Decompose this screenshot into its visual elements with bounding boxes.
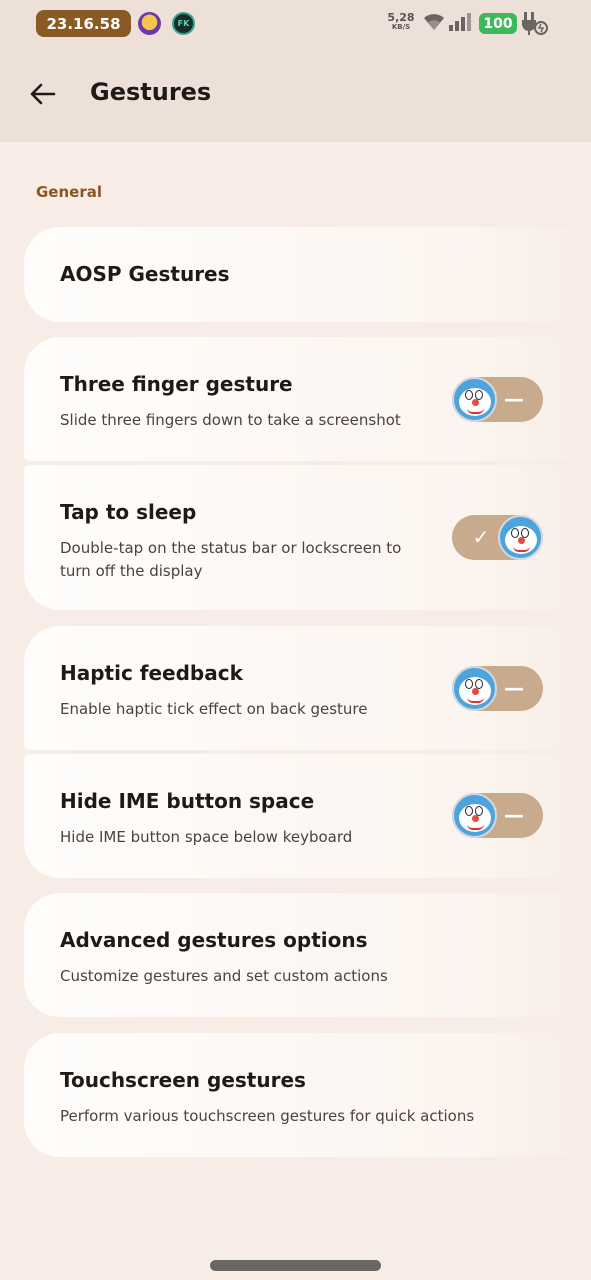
back-button[interactable] — [24, 76, 60, 112]
haptic-feedback-toggle[interactable]: — — [452, 666, 543, 711]
settings-item-hide-ime-button-space[interactable]: Hide IME button space Hide IME button sp… — [24, 754, 591, 878]
notification-avatar-icon — [138, 12, 161, 35]
doraemon-knob-icon — [452, 793, 497, 838]
minus-icon: — — [504, 387, 524, 411]
doraemon-knob-icon — [498, 515, 543, 560]
settings-item-advanced-gestures-options[interactable]: Advanced gestures options Customize gest… — [24, 893, 591, 1017]
settings-item-title: Advanced gestures options — [60, 928, 368, 952]
settings-item-title: Three finger gesture — [60, 372, 293, 396]
settings-item-subtitle: Perform various touchscreen gestures for… — [60, 1107, 475, 1125]
status-clock: 23.16.58 — [36, 10, 131, 37]
settings-item-touchscreen-gestures[interactable]: Touchscreen gestures Perform various tou… — [24, 1033, 591, 1157]
charging-icon — [522, 12, 548, 35]
settings-item-title: Tap to sleep — [60, 500, 197, 524]
doraemon-knob-icon — [452, 377, 497, 422]
settings-item-aosp-gestures[interactable]: AOSP Gestures — [24, 227, 591, 322]
settings-item-subtitle: Double-tap on the status bar or lockscre… — [60, 539, 402, 580]
page-title: Gestures — [90, 78, 212, 106]
settings-item-title: Touchscreen gestures — [60, 1068, 306, 1092]
settings-item-haptic-feedback[interactable]: Haptic feedback Enable haptic tick effec… — [24, 626, 591, 750]
arrow-left-icon — [30, 83, 56, 105]
hide-ime-button-space-toggle[interactable]: — — [452, 793, 543, 838]
doraemon-knob-icon — [452, 666, 497, 711]
network-speed: 5,28 KB/S — [386, 12, 416, 32]
network-speed-unit: KB/S — [391, 23, 411, 31]
minus-icon: — — [504, 803, 524, 827]
settings-item-title: Hide IME button space — [60, 789, 315, 813]
settings-item-three-finger-gesture[interactable]: Three finger gesture Slide three fingers… — [24, 337, 591, 461]
battery-indicator: 100 — [479, 13, 517, 34]
minus-icon: — — [504, 676, 524, 700]
settings-item-title: AOSP Gestures — [60, 262, 230, 286]
settings-item-tap-to-sleep[interactable]: Tap to sleep Double-tap on the status ba… — [24, 465, 591, 610]
settings-item-subtitle: Enable haptic tick effect on back gestur… — [60, 700, 368, 718]
section-header-general: General — [36, 183, 102, 201]
settings-item-title: Haptic feedback — [60, 661, 243, 685]
wifi-icon — [424, 14, 444, 30]
tap-to-sleep-toggle[interactable]: ✓ — [452, 515, 543, 560]
settings-item-subtitle: Slide three fingers down to take a scree… — [60, 411, 401, 429]
check-icon: ✓ — [472, 525, 490, 549]
three-finger-gesture-toggle[interactable]: — — [452, 377, 543, 422]
signal-icon — [449, 13, 471, 31]
status-bar: 23.16.58 FK 5,28 KB/S 100 — [0, 0, 591, 46]
settings-item-subtitle: Hide IME button space below keyboard — [60, 828, 353, 846]
settings-item-subtitle: Customize gestures and set custom action… — [60, 967, 388, 985]
app-bar: Gestures — [0, 46, 591, 142]
gesture-navigation-bar[interactable] — [210, 1260, 381, 1271]
notification-app-icon: FK — [172, 12, 195, 35]
